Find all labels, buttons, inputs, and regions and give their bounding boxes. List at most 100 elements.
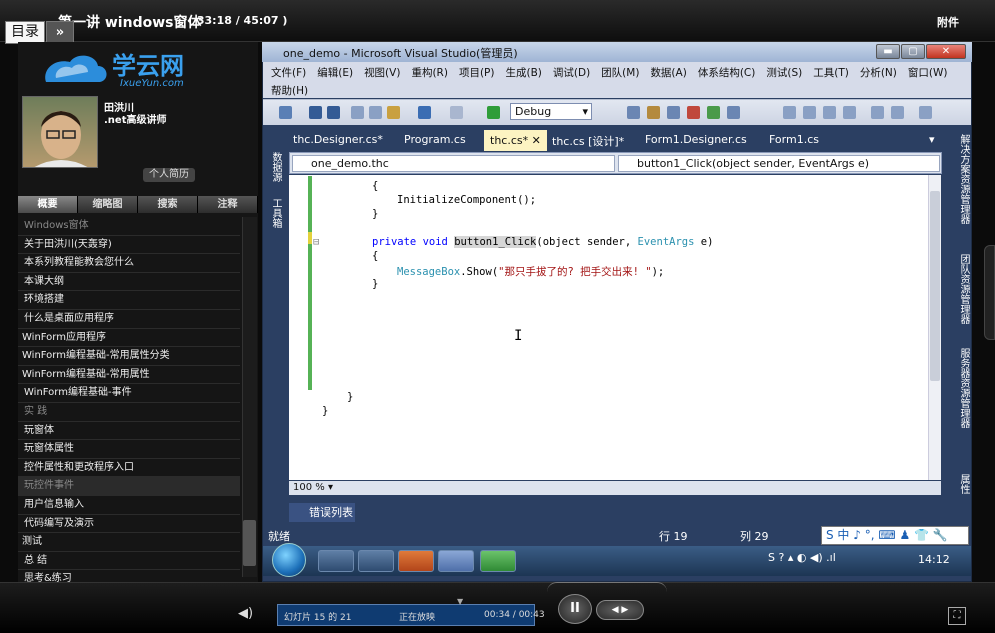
toc-item[interactable]: Windows窗体 <box>18 217 240 236</box>
tab-thc-cs[interactable]: thc.cs* ✕ <box>484 130 547 151</box>
tab-thumbnails[interactable]: 缩略图 <box>78 196 138 213</box>
undo-icon[interactable] <box>418 106 431 119</box>
tab-form1-designer[interactable]: Form1.Designer.cs <box>645 133 747 146</box>
tab-search[interactable]: 搜索 <box>138 196 198 213</box>
toc-item[interactable]: 什么是桌面应用程序 <box>18 310 240 329</box>
copy-icon[interactable] <box>369 106 382 119</box>
maximize-button[interactable]: ▢ <box>901 44 925 59</box>
team-explorer-tab[interactable]: 团队资源管理器 <box>956 254 971 324</box>
prev-next-button[interactable]: ◀ ▶ <box>596 600 644 620</box>
attachments-link[interactable]: 附件 <box>937 14 959 30</box>
toolbox-tab[interactable]: 工具箱 <box>268 198 283 228</box>
datasource-tab[interactable]: 数据源 <box>268 152 283 182</box>
ime-toolbar[interactable]: S 中 ♪ °, ⌨ ♟ 👕 🔧 <box>821 526 969 545</box>
toc-item[interactable]: 玩窗体 <box>18 422 240 441</box>
bookmark-icon[interactable] <box>823 106 836 119</box>
menu-item[interactable]: 体系结构(C) <box>698 65 756 80</box>
menu-item[interactable]: 数据(A) <box>650 65 686 80</box>
menu-item[interactable]: 工具(T) <box>813 65 849 80</box>
save-all-icon[interactable] <box>327 106 340 119</box>
code-editor[interactable] <box>289 175 941 480</box>
app-taskbar-icon[interactable] <box>480 550 516 572</box>
cut-icon[interactable] <box>351 106 364 119</box>
bio-button[interactable]: 个人简历 <box>143 168 195 182</box>
save-icon[interactable] <box>309 106 322 119</box>
toc-scroll-thumb[interactable] <box>243 520 256 566</box>
solution-explorer-tab[interactable]: 解决方案资源管理器 <box>956 134 971 224</box>
volume-icon[interactable]: ◀) <box>238 606 253 621</box>
toc-button[interactable]: 目录 <box>5 21 45 44</box>
start-page-icon[interactable] <box>727 106 740 119</box>
comment-icon[interactable] <box>783 106 796 119</box>
menu-item[interactable]: 调试(D) <box>553 65 590 80</box>
toc-item[interactable]: 代码编写及演示 <box>18 515 240 534</box>
close-tab-icon[interactable]: ✕ <box>532 134 541 147</box>
toc-item[interactable]: 用户信息输入 <box>18 496 240 515</box>
close-button[interactable]: ✕ <box>926 44 966 59</box>
toc-item[interactable]: 控件属性和更改程序入口 <box>18 459 240 478</box>
menu-item[interactable]: 测试(S) <box>766 65 802 80</box>
toc-item[interactable]: WinForm编程基础-常用属性 <box>18 366 240 385</box>
tab-thc-designer[interactable]: thc.Designer.cs* <box>293 133 383 146</box>
explorer-taskbar-icon[interactable] <box>318 550 354 572</box>
toc-item[interactable]: 环境搭建 <box>18 291 240 310</box>
toc-item[interactable]: 本课大纲 <box>18 273 240 292</box>
menu-item[interactable]: 重构(R) <box>411 65 448 80</box>
tab-form1[interactable]: Form1.cs <box>769 133 819 146</box>
powerpoint-taskbar-icon[interactable] <box>398 550 434 572</box>
toolbox-icon[interactable] <box>687 106 700 119</box>
start-debug-icon[interactable] <box>487 106 500 119</box>
toc-item[interactable]: WinForm编程基础-事件 <box>18 384 240 403</box>
menu-item[interactable]: 窗口(W) <box>908 65 948 80</box>
tray-icons[interactable]: S ? ▴ ◐ ◀) .ıl <box>768 551 836 564</box>
menu-item[interactable]: 分析(N) <box>860 65 897 80</box>
collapse-button[interactable]: » <box>46 21 74 44</box>
indent-icon[interactable] <box>871 106 884 119</box>
server-explorer-tab[interactable]: 服务器资源管理器 <box>956 348 971 428</box>
outdent-icon[interactable] <box>891 106 904 119</box>
fullscreen-icon[interactable]: ⛶ <box>948 607 966 625</box>
minimize-button[interactable]: ▬ <box>876 44 900 59</box>
class-combo[interactable]: one_demo.thc <box>292 155 615 172</box>
editor-scrollbar[interactable] <box>928 175 941 480</box>
properties-icon[interactable] <box>667 106 680 119</box>
editor-scroll-thumb[interactable] <box>930 191 940 381</box>
menu-item[interactable]: 团队(M) <box>601 65 639 80</box>
member-combo[interactable]: button1_Click(object sender, EventArgs e… <box>618 155 940 172</box>
error-list-tab[interactable]: 错误列表 <box>289 503 355 522</box>
tab-overview[interactable]: 概要 <box>18 196 78 213</box>
solution-config-select[interactable]: Debug ▾ <box>510 103 592 120</box>
toc-item[interactable]: 总 结 <box>18 552 240 571</box>
toc-item[interactable]: WinForm编程基础-常用属性分类 <box>18 347 240 366</box>
redo-icon[interactable] <box>450 106 463 119</box>
tab-notes[interactable]: 注释 <box>198 196 258 213</box>
menu-item[interactable]: 视图(V) <box>364 65 400 80</box>
side-expand-handle[interactable] <box>984 245 995 340</box>
tab-thc-design[interactable]: thc.cs [设计]* <box>552 133 624 149</box>
toc-item[interactable]: 本系列教程能教会您什么 <box>18 254 240 273</box>
menu-item[interactable]: 生成(B) <box>505 65 541 80</box>
editor-hscrollbar[interactable] <box>289 481 941 495</box>
menu-item[interactable]: 帮助(H) <box>271 83 308 98</box>
menu-item[interactable]: 文件(F) <box>271 65 306 80</box>
tab-program[interactable]: Program.cs <box>404 133 466 146</box>
collapse-toggle-icon[interactable]: ⊟ <box>313 236 319 248</box>
properties-tab[interactable]: 属性 <box>956 474 971 494</box>
toc-item[interactable]: WinForm应用程序 <box>18 329 240 348</box>
format-icon[interactable] <box>919 106 932 119</box>
solution-explorer-icon[interactable] <box>647 106 660 119</box>
toc-item[interactable]: 思考&练习 <box>18 570 240 582</box>
tab-list-icon[interactable]: ▾ <box>929 133 935 146</box>
chrome-taskbar-icon[interactable] <box>358 550 394 572</box>
paste-icon[interactable] <box>387 106 400 119</box>
menu-item[interactable]: 项目(P) <box>459 65 495 80</box>
toc-item[interactable]: 玩控件事件 <box>18 477 240 496</box>
pause-button[interactable]: II <box>558 594 592 624</box>
zoom-select[interactable]: 100 % ▾ <box>293 482 333 493</box>
toc-item[interactable]: 关于田洪川(天轰穿) <box>18 236 240 255</box>
toc-item[interactable]: 测试 <box>18 533 240 552</box>
object-browser-icon[interactable] <box>707 106 720 119</box>
visualstudio-taskbar-icon[interactable] <box>438 550 474 572</box>
find-icon[interactable] <box>627 106 640 119</box>
toc-item[interactable]: 实 践 <box>18 403 240 422</box>
